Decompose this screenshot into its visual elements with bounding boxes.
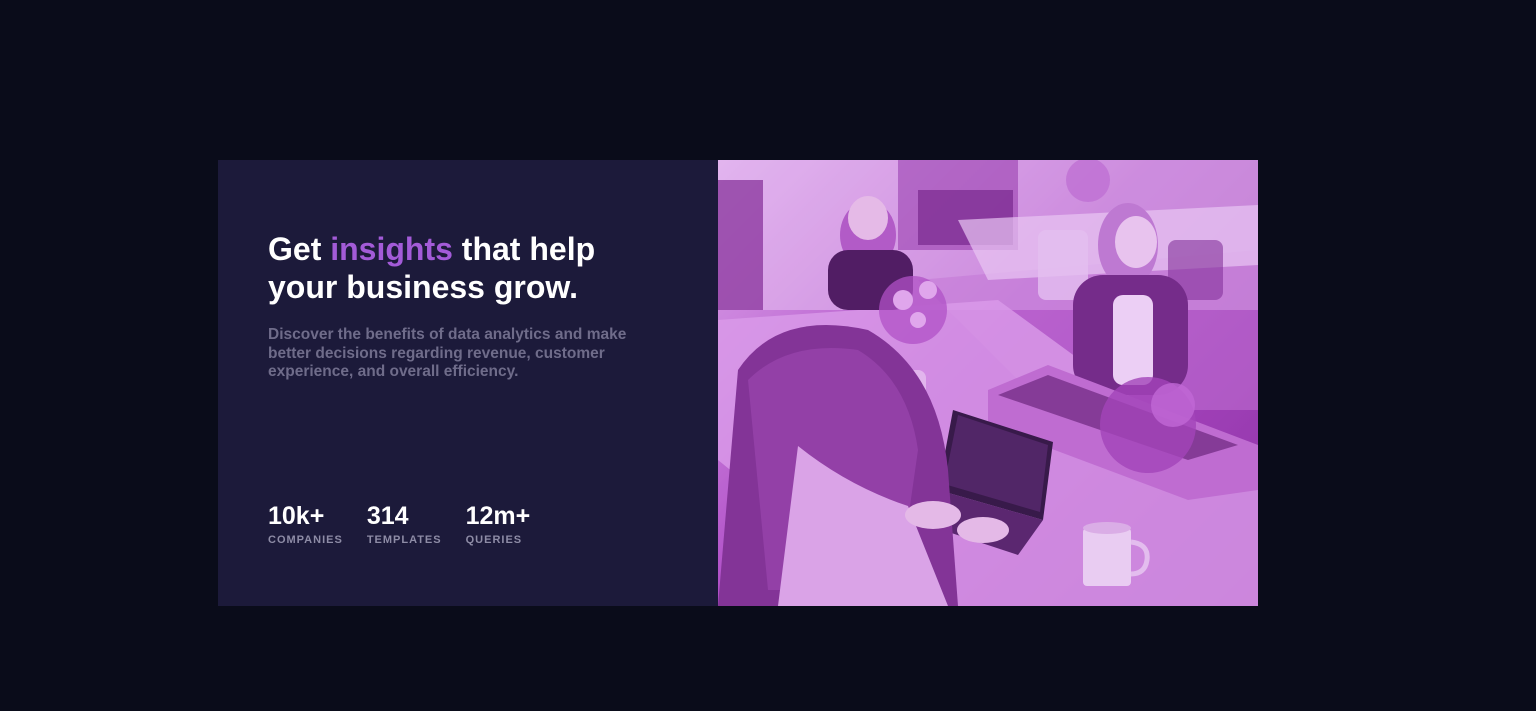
stat-companies: 10k+ COMPANIES (268, 502, 343, 546)
stat-templates: 314 TEMPLATES (367, 502, 442, 546)
card-content: Get insights that help your business gro… (218, 160, 718, 606)
stat-label: QUERIES (465, 534, 523, 546)
headline: Get insights that help your business gro… (268, 230, 668, 306)
stats-preview-card: Get insights that help your business gro… (218, 160, 1258, 606)
headline-accent: insights (330, 231, 453, 267)
office-photo (718, 160, 1258, 606)
office-photo-illustration (718, 160, 1258, 606)
stat-queries: 12m+ QUERIES (466, 502, 531, 546)
stat-value: 12m+ (465, 502, 531, 530)
description: Discover the benefits of data analytics … (268, 326, 627, 380)
stat-value: 314 (366, 502, 409, 530)
stat-label: TEMPLATES (366, 534, 442, 546)
stat-label: COMPANIES (268, 534, 343, 546)
stats-list: 10k+ COMPANIES 314 TEMPLATES 12m+ QUERIE… (268, 502, 554, 546)
stat-value: 10k+ (268, 502, 325, 530)
headline-part-1: Get (268, 231, 331, 267)
